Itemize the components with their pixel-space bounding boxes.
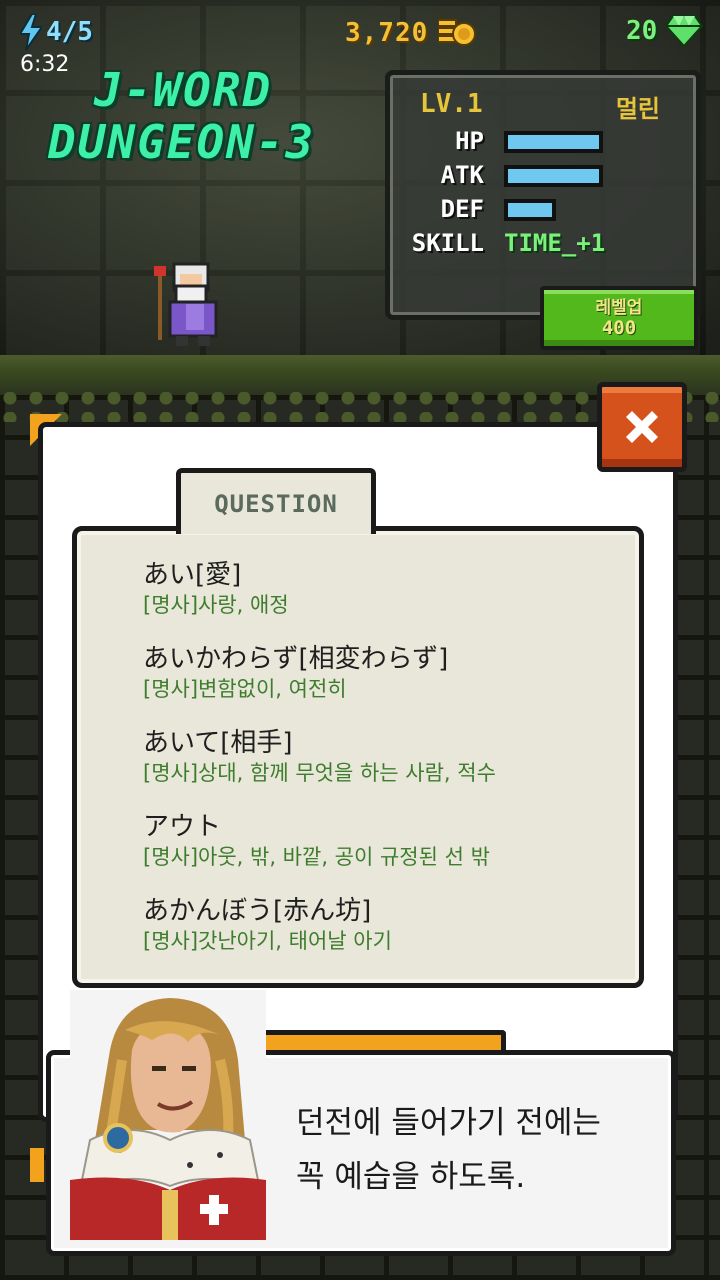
- skill-label: SKILL: [411, 229, 484, 257]
- word-japanese: あいかわらず[相変わらず]: [143, 644, 449, 674]
- word-entry: あいて[相手] [명사]상대, 함께 무엇을 하는 사람, 적수: [143, 727, 496, 787]
- character-stats-panel: LV.1 멀린 HP ATK DEF SKILL TIME_+1: [385, 70, 701, 320]
- lightning-icon: [20, 14, 42, 50]
- word-meaning: [명사]사랑, 애정: [143, 593, 289, 617]
- question-tab-label: QUESTION: [214, 489, 338, 518]
- npc-portrait: [70, 990, 266, 1240]
- word-meaning: [명사]아웃, 밖, 바깥, 공이 규정된 선 밖: [143, 845, 490, 869]
- word-entry: あい[愛] [명사]사랑, 애정: [143, 559, 289, 619]
- wizard-character-sprite: [154, 262, 218, 346]
- energy-counter: 4/5: [20, 14, 93, 50]
- word-japanese: アウト: [143, 812, 222, 842]
- stat-row-hp: HP: [390, 127, 690, 157]
- word-japanese: あかんぼう[赤ん坊]: [143, 896, 372, 926]
- gold-value: 3,720: [345, 18, 429, 48]
- gem-value: 20: [626, 16, 658, 46]
- hp-bar: [504, 131, 603, 153]
- word-list-panel: あい[愛] [명사]사랑, 애정 あいかわらず[相変わらず] [명사]변함없이,…: [72, 526, 644, 988]
- dialog-line-1: 던전에 들어가기 전에는: [296, 1105, 601, 1141]
- word-japanese: あいて[相手]: [143, 728, 293, 758]
- level-up-cost: 400: [601, 317, 637, 339]
- word-entry: あいかわらず[相変わらず] [명사]변함없이, 여전히: [143, 643, 448, 703]
- game-title: J-WORD DUNGEON-3: [48, 64, 358, 168]
- stat-label: DEF: [440, 195, 484, 223]
- character-name: 멀린: [615, 95, 660, 123]
- word-meaning: [명사]변함없이, 여전히: [143, 677, 347, 701]
- word-entry: あかんぼう[赤ん坊] [명사]갓난아기, 태어날 아기: [143, 895, 392, 955]
- question-tab: QUESTION: [176, 468, 376, 534]
- word-meaning: [명사]갓난아기, 태어날 아기: [143, 929, 392, 953]
- stat-row-atk: ATK: [390, 161, 690, 191]
- character-level: LV.1: [420, 89, 483, 119]
- level-up-label: 레벨업: [595, 298, 643, 318]
- card-corner-accent-bottom: [30, 1148, 44, 1182]
- title-line-2: DUNGEON-3: [48, 115, 316, 169]
- dialog-line-2: 꼭 예습을 하도록.: [296, 1159, 526, 1195]
- stat-label: HP: [455, 127, 484, 155]
- title-line-1: J-WORD: [94, 63, 273, 117]
- gold-counter: 3,720: [345, 16, 477, 50]
- close-icon: [626, 411, 658, 443]
- skill-value: TIME_+1: [504, 229, 606, 257]
- def-bar: [504, 199, 556, 221]
- stat-row-skill: SKILL TIME_+1: [390, 229, 690, 259]
- word-meaning: [명사]상대, 함께 무엇을 하는 사람, 적수: [143, 761, 496, 785]
- gold-coins-icon: [438, 19, 477, 46]
- dialog-text: 던전에 들어가기 전에는 꼭 예습을 하도록.: [296, 1096, 656, 1204]
- stat-label: ATK: [440, 161, 484, 189]
- close-button[interactable]: [597, 382, 687, 472]
- diamond-icon: [665, 15, 704, 48]
- word-japanese: あい[愛]: [143, 560, 242, 590]
- energy-value: 4/5: [46, 17, 93, 47]
- word-entry: アウト [명사]아웃, 밖, 바깥, 공이 규정된 선 밖: [143, 811, 490, 871]
- gem-counter: 20: [626, 14, 704, 48]
- level-up-button[interactable]: 레벨업 400: [540, 286, 698, 350]
- atk-bar: [504, 165, 603, 187]
- stat-row-def: DEF: [390, 195, 690, 225]
